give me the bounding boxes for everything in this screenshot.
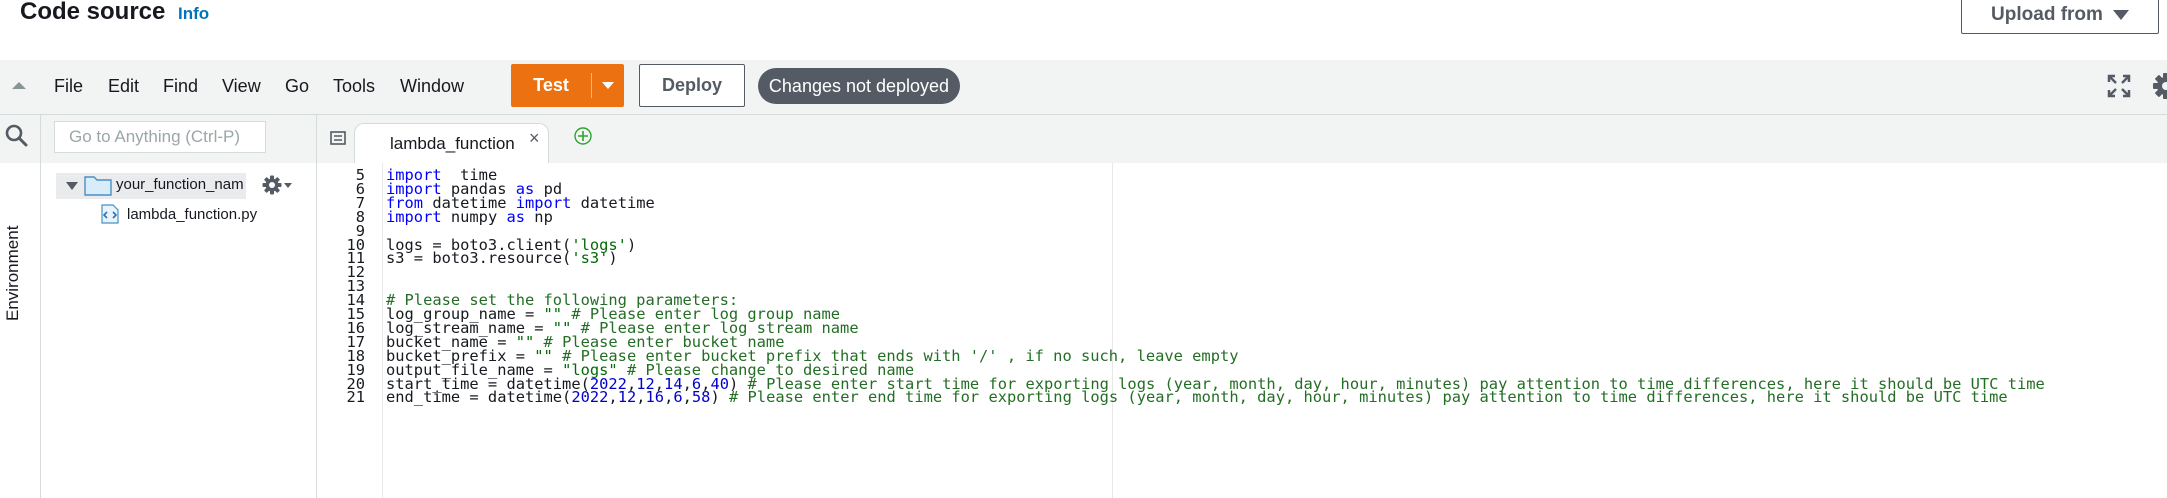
test-dropdown[interactable] <box>592 82 624 89</box>
code-token: 58 <box>691 388 711 407</box>
code-token: # Please enter end time for exporting lo… <box>719 388 2008 407</box>
menu-find[interactable]: Find <box>163 74 198 98</box>
page-title: Code source <box>20 0 166 25</box>
upload-from-label: Upload from <box>1991 4 2103 25</box>
caret-up-icon[interactable] <box>12 82 26 89</box>
search-icon[interactable] <box>4 123 28 147</box>
close-icon[interactable]: × <box>529 129 540 147</box>
code-token: as <box>506 207 526 226</box>
code-token: 's3' <box>571 249 609 268</box>
tabs-menu-icon[interactable] <box>330 131 348 147</box>
code-token: ) <box>626 235 637 254</box>
left-rail: Environment <box>0 115 41 498</box>
tree-settings-button[interactable] <box>262 175 292 195</box>
tab-label: lambda_function <box>390 134 515 153</box>
caret-down-icon <box>2112 10 2129 20</box>
caret-down-icon <box>284 182 292 188</box>
gear-icon <box>262 175 282 195</box>
goto-bar <box>41 115 316 163</box>
code-token: , <box>608 388 618 407</box>
code-token: 12 <box>617 388 637 407</box>
folder-icon <box>84 176 112 196</box>
code-token: 16 <box>645 388 665 407</box>
code-editor[interactable]: 5 import time 6 import pandas as pd 7 from da… <box>317 163 2167 498</box>
deploy-button[interactable]: Deploy <box>639 64 745 107</box>
print-margin <box>1112 163 1113 498</box>
folder-item[interactable]: your_function_name <box>56 173 246 199</box>
line-source: end_time = datetime(2022,12,16,6,58) # P… <box>386 388 2008 407</box>
code-token: np <box>525 207 553 226</box>
environment-tab-label: Environment <box>3 225 22 321</box>
menu-file[interactable]: File <box>54 74 83 98</box>
editor-tabbar: lambda_function <box>317 115 2167 163</box>
code-token: 2022 <box>571 388 609 407</box>
python-file-icon <box>101 204 119 224</box>
page-header: Code source Info Upload from <box>0 0 2167 60</box>
code-token: ) <box>710 388 720 407</box>
code-token: end_time = datetime( <box>386 388 572 407</box>
file-tree-panel: your_function_name lambda_function.py <box>41 115 317 498</box>
caret-down-icon[interactable] <box>66 182 78 190</box>
status-badge: Changes not deployed <box>758 68 960 104</box>
code-token: numpy <box>441 207 507 226</box>
code-token: , <box>664 388 674 407</box>
line-source: s3 = boto3.resource('s3') <box>386 249 618 268</box>
environment-tab[interactable]: Environment <box>0 163 41 498</box>
code-token: 6 <box>673 388 683 407</box>
goto-anything-input[interactable] <box>54 121 266 153</box>
caret-down-icon <box>602 82 614 89</box>
tab-lambda-function[interactable]: lambda_function <box>354 123 549 163</box>
code-token: import <box>386 207 442 226</box>
ide-menubar: File Edit Find View Go Tools Window Test… <box>0 60 2167 115</box>
code-token: datetime <box>571 193 655 212</box>
code-token: , <box>636 388 646 407</box>
gear-icon[interactable] <box>2151 72 2167 100</box>
test-button[interactable]: Test <box>511 64 624 107</box>
line-number: 21 <box>346 388 365 407</box>
menu-go[interactable]: Go <box>285 74 309 98</box>
info-link[interactable]: Info <box>178 2 209 26</box>
folder-name: your_function_name <box>116 176 244 193</box>
line-source: import numpy as np <box>386 208 553 227</box>
menu-tools[interactable]: Tools <box>333 74 375 98</box>
code-token: , <box>682 388 692 407</box>
menu-view[interactable]: View <box>222 74 261 98</box>
file-name: lambda_function.py <box>127 205 258 223</box>
file-item[interactable]: lambda_function.py <box>101 202 257 226</box>
code-token: s3 = boto3.resource( <box>386 249 572 268</box>
test-label: Test <box>533 75 569 95</box>
code-token: ) <box>608 249 618 268</box>
upload-from-button[interactable]: Upload from <box>1961 0 2159 34</box>
add-tab-icon[interactable] <box>573 126 593 146</box>
menu-window[interactable]: Window <box>400 74 464 98</box>
fullscreen-icon[interactable] <box>2107 74 2131 98</box>
menu-edit[interactable]: Edit <box>108 74 139 98</box>
